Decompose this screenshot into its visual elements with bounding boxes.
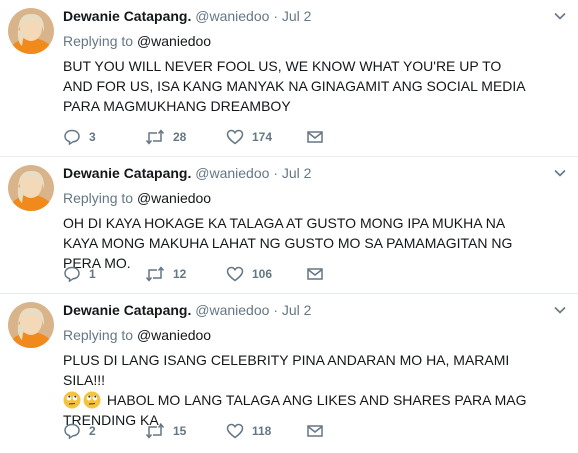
tweet-actions: 1 12 106 (63, 265, 363, 283)
like-icon (226, 423, 244, 439)
message-button[interactable] (306, 265, 324, 283)
like-button[interactable]: 174 (226, 128, 272, 146)
separator: · (273, 302, 278, 318)
like-icon (226, 266, 244, 282)
mention-link[interactable]: @waniedoo (137, 190, 211, 206)
message-icon (307, 131, 323, 143)
retweet-button[interactable]: 12 (145, 265, 186, 283)
separator: · (273, 8, 278, 24)
tweet-text: BUT YOU WILL NEVER FOOL US, WE KNOW WHAT… (63, 58, 525, 114)
tweet-header: Dewanie Catapang. @waniedoo · Jul 2 (63, 8, 311, 24)
caret-down-icon[interactable] (552, 8, 568, 24)
mention-link[interactable]: @waniedoo (137, 33, 211, 49)
display-name[interactable]: Dewanie Catapang. (63, 165, 191, 181)
mention-link[interactable]: @waniedoo (137, 327, 211, 343)
rolling-eyes-emoji-icon (83, 391, 101, 409)
display-name[interactable]: Dewanie Catapang. (63, 302, 191, 318)
avatar[interactable] (8, 302, 54, 348)
like-icon (226, 129, 244, 145)
retweet-count: 28 (173, 130, 187, 144)
like-count: 118 (252, 424, 272, 438)
reply-icon (64, 266, 80, 283)
tweet[interactable]: Dewanie Catapang. @waniedoo · Jul 2 Repl… (0, 0, 578, 157)
avatar[interactable] (8, 8, 54, 54)
retweet-button[interactable]: 28 (145, 128, 186, 146)
like-button[interactable]: 106 (226, 265, 272, 283)
caret-down-icon[interactable] (552, 302, 568, 318)
like-button[interactable]: 118 (226, 422, 271, 440)
user-handle[interactable]: @waniedoo (195, 165, 269, 181)
tweet-thread: Dewanie Catapang. @waniedoo · Jul 2 Repl… (0, 0, 578, 453)
display-name[interactable]: Dewanie Catapang. (63, 8, 191, 24)
rolling-eyes-emoji-icon (63, 391, 81, 409)
tweet-header: Dewanie Catapang. @waniedoo · Jul 2 (63, 302, 311, 318)
caret-down-icon[interactable] (552, 165, 568, 181)
like-count: 174 (252, 130, 273, 144)
retweet-icon (145, 423, 165, 439)
tweet[interactable]: Dewanie Catapang. @waniedoo · Jul 2 Repl… (0, 294, 578, 453)
reply-count: 1 (89, 267, 96, 281)
retweet-button[interactable]: 15 (145, 422, 186, 440)
reply-button[interactable]: 1 (63, 265, 96, 283)
tweet-actions: 3 28 174 (63, 128, 363, 146)
like-count: 106 (252, 267, 273, 281)
message-button[interactable] (306, 128, 324, 146)
user-handle[interactable]: @waniedoo (195, 8, 269, 24)
avatar[interactable] (8, 165, 54, 211)
tweet-date[interactable]: Jul 2 (282, 302, 312, 318)
tweet-date[interactable]: Jul 2 (282, 8, 312, 24)
message-icon (307, 425, 323, 437)
replying-to: Replying to @waniedoo (63, 327, 211, 343)
tweet-text-line: PLUS DI LANG ISANG CELEBRITY PINA ANDARA… (63, 352, 510, 388)
replying-to: Replying to @waniedoo (63, 190, 211, 206)
message-button[interactable] (306, 422, 324, 440)
separator: · (273, 165, 278, 181)
tweet-date[interactable]: Jul 2 (282, 165, 312, 181)
tweet-text: PLUS DI LANG ISANG CELEBRITY PINA ANDARA… (63, 350, 533, 430)
replying-prefix: Replying to (63, 190, 134, 206)
replying-to: Replying to @waniedoo (63, 33, 211, 49)
retweet-count: 15 (173, 424, 187, 438)
reply-icon (64, 129, 80, 146)
message-icon (307, 268, 323, 280)
replying-prefix: Replying to (63, 33, 134, 49)
tweet[interactable]: Dewanie Catapang. @waniedoo · Jul 2 Repl… (0, 157, 578, 294)
retweet-icon (145, 129, 165, 145)
retweet-icon (145, 266, 165, 282)
retweet-count: 12 (173, 267, 187, 281)
replying-prefix: Replying to (63, 327, 134, 343)
tweet-text: OH DI KAYA HOKAGE KA TALAGA AT GUSTO MON… (63, 215, 513, 271)
tweet-header: Dewanie Catapang. @waniedoo · Jul 2 (63, 165, 311, 181)
reply-count: 2 (89, 424, 96, 438)
tweet-actions: 2 15 118 (63, 422, 363, 440)
user-handle[interactable]: @waniedoo (195, 302, 269, 318)
reply-count: 3 (89, 130, 96, 144)
reply-icon (64, 423, 80, 440)
reply-button[interactable]: 3 (63, 128, 96, 146)
reply-button[interactable]: 2 (63, 422, 96, 440)
